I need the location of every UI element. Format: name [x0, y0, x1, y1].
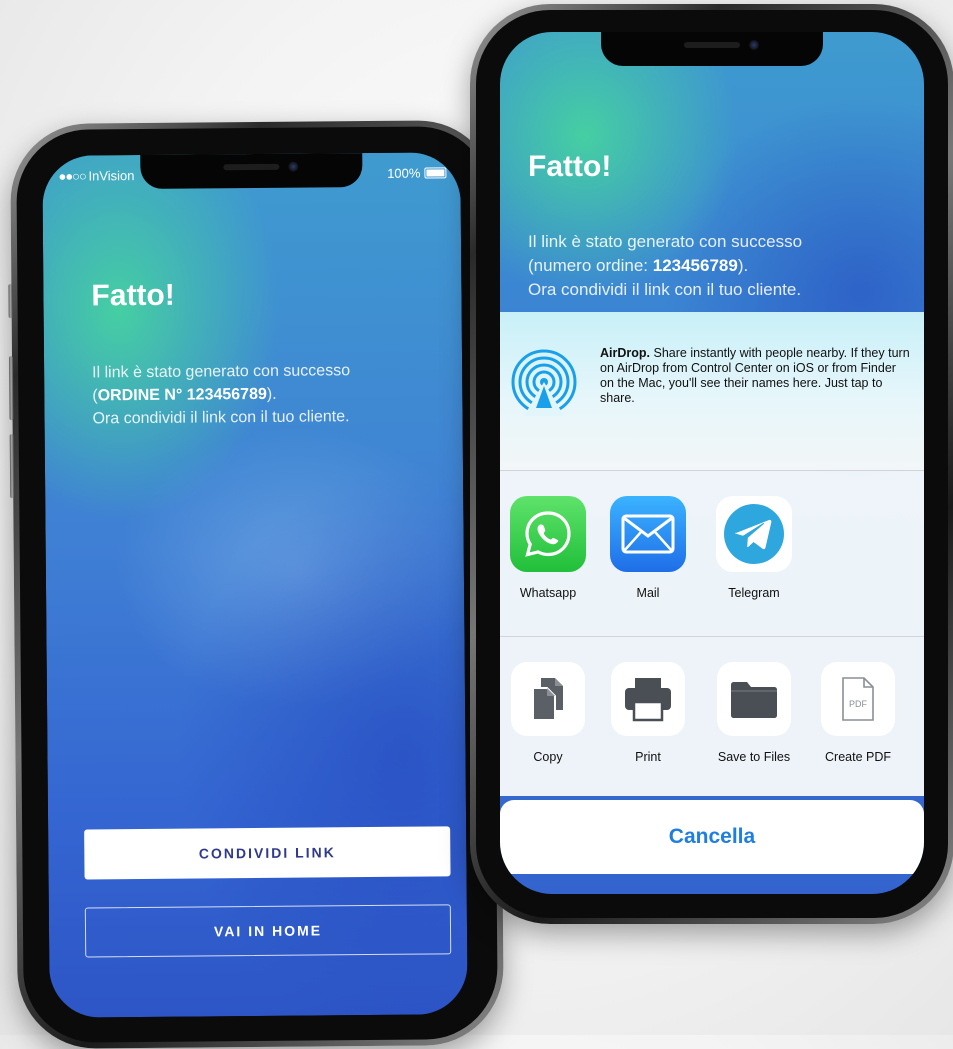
airdrop-description: AirDrop. Share instantly with people nea…	[600, 346, 910, 406]
share-link-button[interactable]: CONDIVIDI LINK	[84, 826, 451, 880]
front-camera	[288, 161, 299, 172]
message-line-2-suffix: ).	[737, 256, 749, 275]
notch	[140, 153, 363, 190]
pdf-icon: PDF	[821, 662, 895, 736]
action-save-to-files[interactable]: Save to Files	[702, 662, 806, 764]
success-message: Il link è stato generato con successo (n…	[528, 230, 908, 302]
message-line-2-prefix: (numero ordine:	[528, 256, 653, 275]
volume-down-button	[9, 434, 15, 499]
success-message: Il link è stato generato con successo (O…	[92, 358, 433, 430]
volume-up-button	[8, 356, 14, 421]
share-app-label: Whatsapp	[519, 586, 577, 600]
share-app-telegram[interactable]: Telegram	[702, 496, 806, 600]
message-line-1: Il link è stato generato con successo	[92, 362, 351, 382]
print-icon	[611, 662, 685, 736]
action-copy[interactable]: Copy	[500, 662, 600, 764]
share-app-whatsapp[interactable]: Whatsapp	[500, 496, 600, 600]
mute-switch	[8, 284, 13, 319]
status-carrier: ●●○○ InVision	[58, 168, 134, 184]
whatsapp-icon	[510, 496, 586, 572]
battery-icon	[424, 167, 447, 179]
status-battery: 100%	[387, 165, 447, 181]
message-line-1: Il link è stato generato con successo	[528, 232, 803, 251]
share-app-label: Mail	[636, 586, 660, 600]
action-create-pdf[interactable]: PDF Create PDF	[806, 662, 910, 764]
action-label: Save to Files	[717, 750, 791, 764]
phone-right: Fatto! Il link è stato generato con succ…	[470, 4, 953, 924]
phone-screen: ●●○○ InVision 100% Fatto! Il link è stat…	[42, 152, 468, 1018]
message-paren-close: ).	[266, 385, 277, 403]
share-actions-row: Copy Print Save to Files PDF Create PDF	[500, 636, 924, 796]
copy-icon	[511, 662, 585, 736]
go-home-button[interactable]: VAI IN HOME	[84, 904, 452, 958]
phone-left: ●●○○ InVision 100% Fatto! Il link è stat…	[8, 119, 505, 1049]
message-line-3: Ora condividi il link con il tuo cliente…	[528, 280, 802, 299]
signal-icon: ●●○○	[58, 168, 89, 184]
speaker	[223, 163, 280, 171]
battery-label: 100%	[387, 165, 421, 181]
folder-icon	[717, 662, 791, 736]
order-number: ORDINE N° 123456789	[97, 385, 267, 405]
share-app-label: Telegram	[728, 586, 780, 600]
share-app-mail[interactable]: Mail	[596, 496, 700, 600]
telegram-icon	[716, 496, 792, 572]
phone-screen: Fatto! Il link è stato generato con succ…	[500, 32, 924, 894]
action-label: Print	[635, 750, 661, 764]
order-number: 123456789	[652, 256, 738, 275]
action-print[interactable]: Print	[596, 662, 700, 764]
message-line-3: Ora condividi il link con il tuo cliente…	[92, 408, 350, 428]
airdrop-section[interactable]: AirDrop. Share instantly with people nea…	[500, 312, 924, 471]
front-camera	[749, 40, 759, 50]
action-label: Create PDF	[825, 750, 891, 764]
speaker	[684, 42, 740, 48]
cancel-button[interactable]: Cancella	[500, 800, 924, 874]
page-title: Fatto!	[528, 150, 612, 183]
notch	[601, 32, 823, 66]
airdrop-title: AirDrop.	[600, 346, 650, 360]
pdf-icon-text: PDF	[849, 699, 868, 709]
mail-icon	[610, 496, 686, 572]
share-apps-row: Whatsapp Mail Telegram	[500, 470, 924, 637]
carrier-label: InVision	[88, 168, 135, 184]
airdrop-icon	[511, 349, 577, 416]
share-sheet: AirDrop. Share instantly with people nea…	[500, 312, 924, 796]
action-label: Copy	[533, 750, 563, 764]
page-title: Fatto!	[91, 278, 175, 313]
